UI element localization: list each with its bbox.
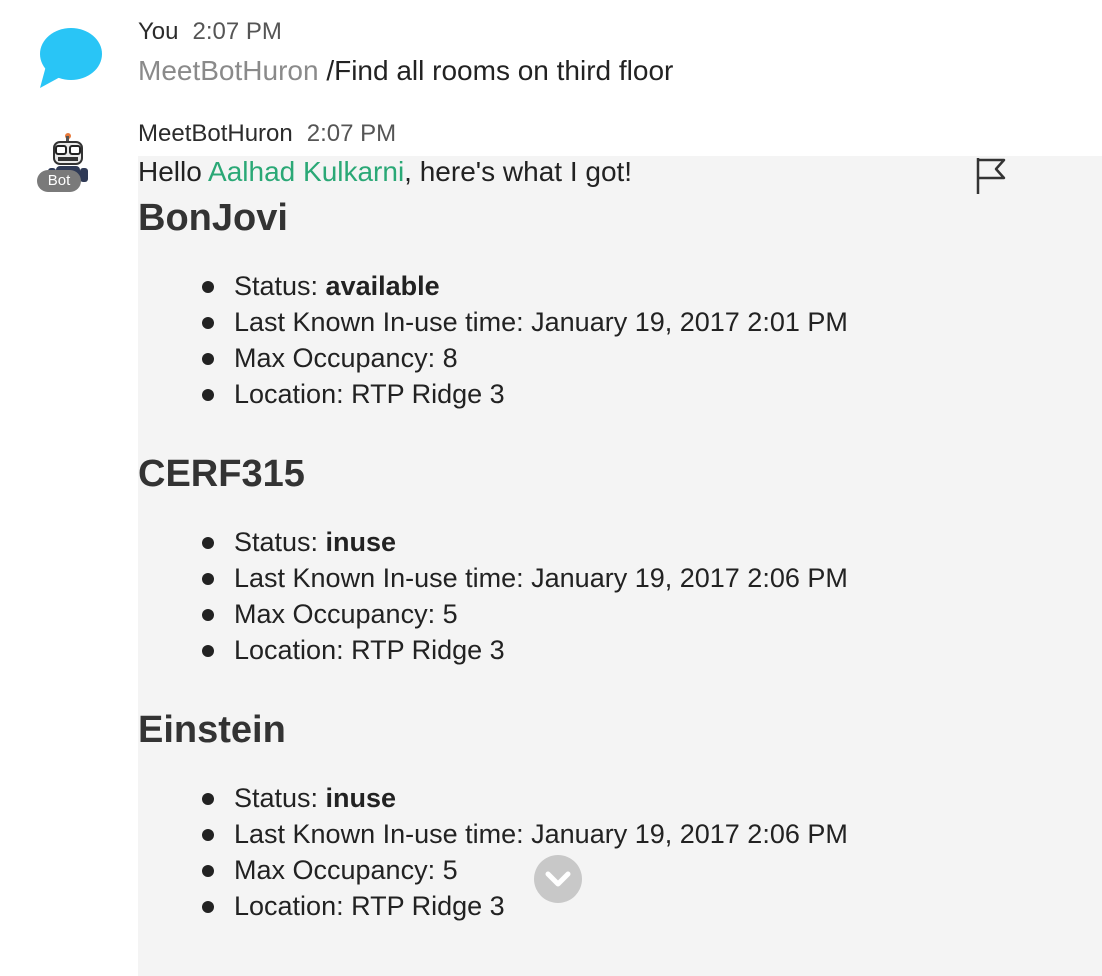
greeting-prefix: Hello <box>138 156 209 187</box>
user-mention[interactable]: Aalhad Kulkarni <box>208 156 404 187</box>
room-name: Einstein <box>138 709 286 751</box>
room-last-known: Last Known In-use time: January 19, 2017… <box>202 560 848 596</box>
room-max-occupancy: Max Occupancy: 5 <box>202 596 848 632</box>
room-section: BonJovi Status: available Last Known In-… <box>138 196 1038 409</box>
room-details-list: Status: inuse Last Known In-use time: Ja… <box>202 780 848 924</box>
status-label: Status: <box>234 527 326 557</box>
room-section: Einstein Status: inuse Last Known In-use… <box>138 708 1038 921</box>
status-label: Status: <box>234 783 326 813</box>
greeting-suffix: , here's what I got! <box>404 156 633 187</box>
message-you: You 2:07 PM MeetBotHuron /Find all rooms … <box>0 0 1102 110</box>
room-details-list: Status: available Last Known In-use time… <box>202 268 848 412</box>
room-section: CERF315 Status: inuse Last Known In-use … <box>138 452 1038 665</box>
room-location: Location: RTP Ridge 3 <box>202 376 848 412</box>
message-header: MeetBotHuron 2:07 PM <box>138 120 396 148</box>
room-status: Status: inuse <box>202 780 848 816</box>
room-location: Location: RTP Ridge 3 <box>202 632 848 668</box>
greeting-text: Hello Aalhad Kulkarni, here's what I got… <box>138 156 632 188</box>
message-time: 2:07 PM <box>192 18 282 45</box>
room-max-occupancy: Max Occupancy: 8 <box>202 340 848 376</box>
sender-name: MeetBotHuron <box>138 120 293 147</box>
status-value: inuse <box>325 783 397 813</box>
room-details-list: Status: inuse Last Known In-use time: Ja… <box>202 524 848 668</box>
message-header: You 2:07 PM <box>138 18 282 46</box>
room-name: CERF315 <box>138 453 305 495</box>
room-name: BonJovi <box>138 197 288 239</box>
message-text: MeetBotHuron /Find all rooms on third fl… <box>138 55 673 87</box>
room-status: Status: inuse <box>202 524 848 560</box>
scroll-down-button[interactable] <box>534 855 582 903</box>
status-label: Status: <box>234 271 326 301</box>
room-max-occupancy: Max Occupancy: 5 <box>202 852 848 888</box>
status-value: available <box>325 271 440 301</box>
room-last-known: Last Known In-use time: January 19, 2017… <box>202 816 848 852</box>
message-bot: Bot MeetBotHuron 2:07 PM Hello Aalhad Kul… <box>0 112 1102 976</box>
bot-response-card: Hello Aalhad Kulkarni, here's what I got… <box>138 156 1102 976</box>
room-status: Status: available <box>202 268 848 304</box>
status-value: inuse <box>325 527 397 557</box>
chevron-down-icon <box>545 871 571 887</box>
bot-badge: Bot <box>37 170 81 192</box>
room-last-known: Last Known In-use time: January 19, 2017… <box>202 304 848 340</box>
flag-icon[interactable] <box>974 156 1008 196</box>
chat-bubble-icon[interactable] <box>38 26 104 88</box>
sender-name: You <box>138 18 179 45</box>
room-location: Location: RTP Ridge 3 <box>202 888 848 924</box>
bot-mention[interactable]: MeetBotHuron <box>138 55 319 86</box>
message-time: 2:07 PM <box>306 120 397 147</box>
command-text: /Find all rooms on third floor <box>318 55 674 86</box>
